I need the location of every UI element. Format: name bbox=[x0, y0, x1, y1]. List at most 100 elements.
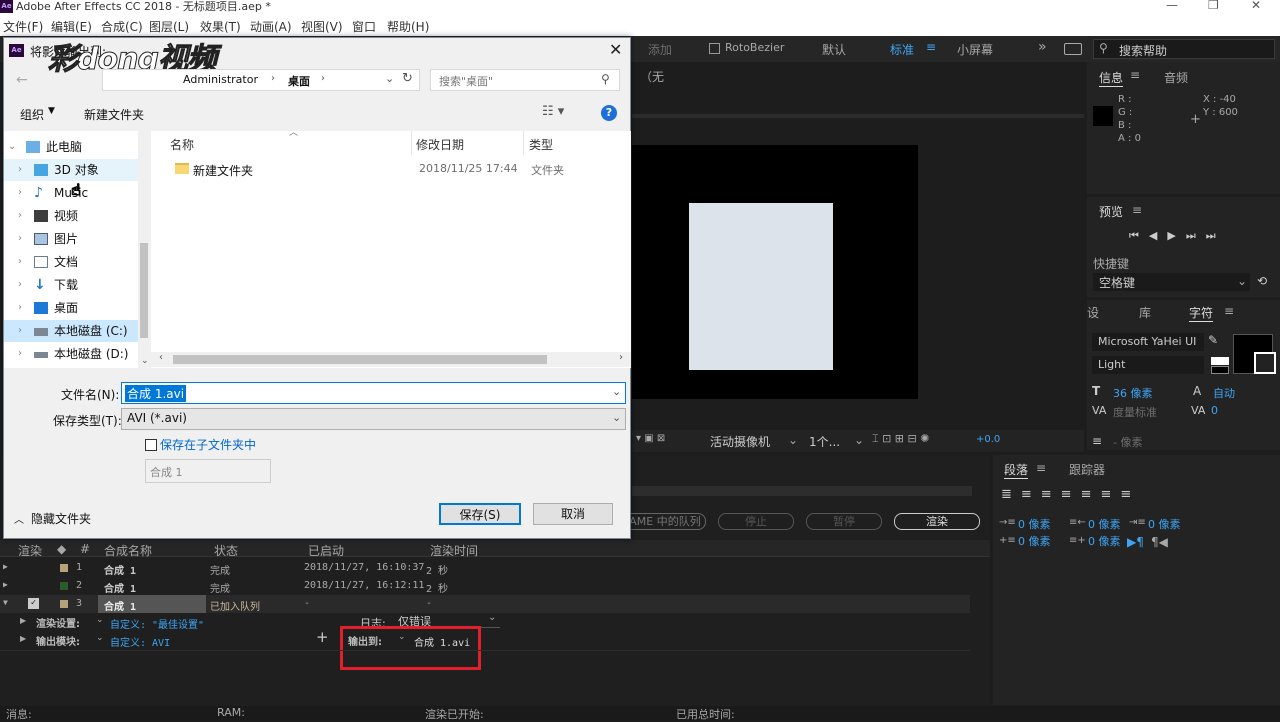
h-scroll-thumb[interactable] bbox=[173, 355, 547, 364]
more-workspaces-icon[interactable]: » bbox=[1038, 39, 1047, 55]
tree-desktop[interactable]: › 桌面 bbox=[4, 297, 139, 319]
filetype-select[interactable]: AVI (*.avi) ⌄ bbox=[121, 408, 626, 430]
comp-canvas[interactable] bbox=[632, 145, 918, 399]
rtl-icon[interactable]: ¶◀ bbox=[1151, 535, 1168, 549]
render-settings-chevron-icon[interactable]: ⌄ bbox=[96, 615, 104, 625]
new-folder-button[interactable]: 新建文件夹 bbox=[84, 106, 144, 123]
tracking-value[interactable]: 0 bbox=[1211, 404, 1218, 417]
menu-animation[interactable]: 动画(A) bbox=[250, 18, 292, 35]
tab-a[interactable]: 设 bbox=[1087, 304, 1099, 321]
view-tools-icons[interactable]: ⌶ ⊡ ⊞ ⊟ ✺ bbox=[872, 432, 929, 446]
cancel-button[interactable]: 取消 bbox=[533, 503, 613, 525]
menu-file[interactable]: 文件(F) bbox=[3, 18, 43, 35]
reset-icon[interactable]: ⟲ bbox=[1257, 274, 1267, 288]
menu-window[interactable]: 窗口 bbox=[352, 18, 376, 35]
space-after-value[interactable]: 0 像素 bbox=[1088, 533, 1121, 549]
scroll-left-icon[interactable]: ‹ bbox=[159, 352, 163, 363]
tab-audio[interactable]: 音频 bbox=[1164, 69, 1188, 86]
black-swatch[interactable] bbox=[1211, 366, 1229, 374]
address-dropdown-icon[interactable]: ⌄ bbox=[385, 72, 394, 85]
scroll-right-icon[interactable]: › bbox=[619, 352, 623, 363]
output-module-value[interactable]: 自定义: AVI bbox=[110, 634, 170, 649]
search-input[interactable]: 搜索"桌面" ⚲ bbox=[430, 69, 620, 91]
refresh-icon[interactable]: ↻ bbox=[402, 71, 413, 86]
menu-help[interactable]: 帮助(H) bbox=[387, 18, 429, 35]
output-module-chevron-icon[interactable]: ⌄ bbox=[96, 633, 104, 643]
col-name[interactable]: 名称 bbox=[170, 136, 194, 153]
tree-videos[interactable]: › 视频 bbox=[4, 205, 139, 227]
hide-folders-button[interactable]: 隐藏文件夹 bbox=[31, 510, 91, 527]
tree-documents[interactable]: › 文档 bbox=[4, 251, 139, 273]
nav-scroll-down-icon[interactable]: ⌄ bbox=[141, 356, 149, 366]
space-before-value[interactable]: 0 像素 bbox=[1018, 533, 1051, 549]
grid-toggle-icon[interactable]: ▾ ▣ ⊠ bbox=[636, 433, 665, 444]
indent-right-value[interactable]: 0 像素 bbox=[1088, 516, 1121, 532]
workspace-menu-icon[interactable]: ≡ bbox=[926, 40, 936, 54]
expand-icon[interactable]: ▶ bbox=[20, 634, 26, 643]
shortcut-select[interactable]: 空格键 ⌄ bbox=[1093, 273, 1250, 291]
path-crumb-admin[interactable]: Administrator bbox=[183, 73, 258, 86]
views-select[interactable]: 1个... bbox=[809, 433, 840, 450]
tree-pictures[interactable]: › 图片 bbox=[4, 228, 139, 250]
ltr-icon[interactable]: ▶¶ bbox=[1127, 535, 1144, 549]
back-icon[interactable]: ← bbox=[16, 72, 28, 88]
alignment-icons[interactable]: ≣≡≡≡≡≡≡ bbox=[1001, 487, 1140, 502]
organize-menu[interactable]: 组织 bbox=[20, 106, 44, 123]
exposure-value[interactable]: +0.0 bbox=[976, 434, 1000, 445]
pause-button[interactable]: 暂停 bbox=[806, 513, 882, 530]
subfolder-input[interactable]: 合成 1 bbox=[145, 459, 271, 483]
render-button[interactable]: 渲染 bbox=[894, 513, 980, 530]
menu-layer[interactable]: 图层(L) bbox=[149, 18, 189, 35]
view-options-icon[interactable]: ☷ ▾ bbox=[542, 104, 564, 119]
tree-3d-objects[interactable]: › 3D 对象 bbox=[4, 159, 139, 181]
subfolder-label[interactable]: 保存在子文件夹中 bbox=[160, 436, 256, 453]
col-type[interactable]: 类型 bbox=[529, 136, 553, 153]
dialog-close-icon[interactable]: ✕ bbox=[609, 40, 622, 59]
tab-paragraph[interactable]: 段落 bbox=[1004, 461, 1029, 479]
info-menu-icon[interactable]: ≡ bbox=[1130, 68, 1140, 82]
font-size-value[interactable]: 36 像素 bbox=[1113, 385, 1153, 401]
tab-info[interactable]: 信息 bbox=[1099, 69, 1124, 87]
stop-button[interactable]: 停止 bbox=[718, 513, 794, 530]
table-row[interactable]: ▶ 2 合成 1 完成 2018/11/27, 16:12:11 2 秒 bbox=[0, 577, 970, 595]
tab-library[interactable]: 库 bbox=[1139, 304, 1151, 321]
tree-drive-c[interactable]: › 本地磁盘 (C:) bbox=[4, 320, 139, 342]
render-settings-value[interactable]: 自定义: "最佳设置" bbox=[110, 616, 204, 631]
character-menu-icon[interactable]: ≡ bbox=[1224, 304, 1234, 318]
menu-edit[interactable]: 编辑(E) bbox=[51, 18, 92, 35]
expand-icon[interactable]: ▶ bbox=[20, 616, 26, 625]
add-output-icon[interactable]: + bbox=[316, 628, 329, 646]
path-crumb-desktop[interactable]: 桌面 bbox=[288, 73, 310, 89]
filename-input[interactable]: 合成 1.avi ⌄ bbox=[121, 382, 626, 404]
tree-this-pc[interactable]: ⌄ 此电脑 bbox=[4, 136, 139, 158]
list-item[interactable]: 新建文件夹 2018/11/25 17:44 文件夹 bbox=[151, 158, 629, 180]
table-row[interactable]: ▼ ✓ 3 合成 1 已加入队列 - - bbox=[0, 595, 970, 613]
close-window-icon[interactable]: ✕ bbox=[1251, 0, 1261, 12]
playback-controls-icons[interactable]: ⏮◀▶⏭⏭ bbox=[1129, 229, 1226, 243]
menu-composition[interactable]: 合成(C) bbox=[101, 18, 143, 35]
solid-layer[interactable] bbox=[689, 203, 833, 370]
menu-view[interactable]: 视图(V) bbox=[301, 18, 343, 35]
preview-menu-icon[interactable]: ≡ bbox=[1132, 203, 1142, 217]
save-button[interactable]: 保存(S) bbox=[439, 503, 521, 525]
tree-downloads[interactable]: › ↓ 下载 bbox=[4, 274, 139, 296]
search-help-input[interactable]: ⚲ 搜索帮助 bbox=[1093, 39, 1275, 59]
sync-icon[interactable] bbox=[1064, 43, 1082, 55]
nav-scrollbar[interactable] bbox=[138, 131, 150, 368]
help-icon[interactable]: ? bbox=[601, 105, 617, 121]
fill-color-icon[interactable] bbox=[1233, 334, 1276, 374]
tree-drive-d[interactable]: › 本地磁盘 (D:) bbox=[4, 343, 139, 365]
indent-first-value[interactable]: 0 像素 bbox=[1148, 516, 1181, 532]
maximize-icon[interactable]: ❐ bbox=[1208, 0, 1219, 12]
address-bar[interactable]: Administrator › 桌面 › ⌄ ↻ bbox=[102, 69, 420, 91]
workspace-standard[interactable]: 标准 bbox=[890, 41, 914, 58]
render-checkbox[interactable]: ✓ bbox=[28, 598, 39, 609]
font-select[interactable]: Microsoft YaHei UI bbox=[1092, 333, 1204, 351]
white-swatch[interactable] bbox=[1211, 357, 1229, 365]
tab-tracker[interactable]: 跟踪器 bbox=[1069, 461, 1105, 478]
indent-left-value[interactable]: 0 像素 bbox=[1018, 516, 1051, 532]
active-camera-select[interactable]: 活动摄像机 bbox=[710, 433, 770, 450]
workspace-small-screen[interactable]: 小屏幕 bbox=[957, 41, 993, 58]
minimize-icon[interactable]: — bbox=[1166, 0, 1178, 12]
stroke-width-value[interactable]: - 像素 bbox=[1113, 434, 1142, 450]
